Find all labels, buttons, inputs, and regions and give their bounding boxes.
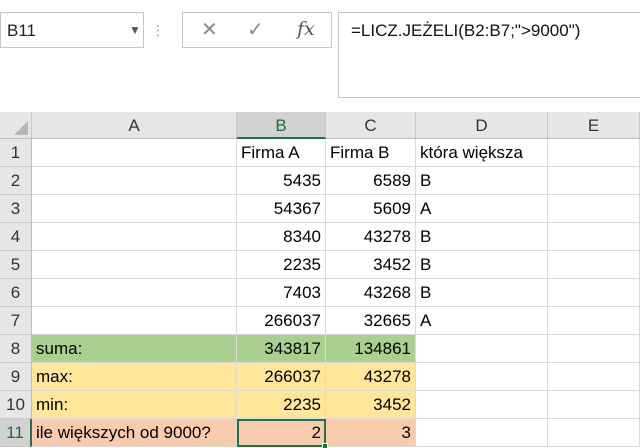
cell-c10[interactable]: 3452 [326, 391, 416, 419]
cell-b7[interactable]: 266037 [237, 307, 326, 335]
name-box-value: B11 [7, 21, 36, 40]
cell-d1[interactable]: która większa [416, 139, 548, 167]
column-header-d[interactable]: D [416, 112, 548, 139]
cell-c8[interactable]: 134861 [326, 335, 416, 363]
cell-a9[interactable]: max: [32, 363, 237, 391]
cell-d3[interactable]: A [416, 195, 548, 223]
cell-b2[interactable]: 5435 [237, 167, 326, 195]
cell-a10[interactable]: min: [32, 391, 237, 419]
cell-a7[interactable] [32, 307, 237, 335]
select-all-icon [14, 121, 28, 135]
cell-d8[interactable] [416, 335, 548, 363]
cell-a3[interactable] [32, 195, 237, 223]
cell-a6[interactable] [32, 279, 237, 307]
cell-a4[interactable] [32, 223, 237, 251]
cell-b4[interactable]: 8340 [237, 223, 326, 251]
column-header-e[interactable]: E [548, 112, 640, 139]
column-header-b[interactable]: B [237, 112, 326, 139]
formula-text: =LICZ.JEŻELI(B2:B7;">9000") [351, 21, 581, 40]
formula-bar-area: B11 ▼ ⋮ ✕ ✓ fx =LICZ.JEŻELI(B2:B7;">9000… [0, 0, 640, 112]
cell-e6[interactable] [548, 279, 640, 307]
cell-a2[interactable] [32, 167, 237, 195]
cell-e2[interactable] [548, 167, 640, 195]
cell-d9[interactable] [416, 363, 548, 391]
formula-input[interactable]: =LICZ.JEŻELI(B2:B7;">9000") [338, 12, 640, 98]
column-header-a[interactable]: A [32, 112, 237, 139]
cell-b1[interactable]: Firma A [237, 139, 326, 167]
insert-function-button[interactable]: fx [297, 18, 315, 40]
cell-c1[interactable]: Firma B [326, 139, 416, 167]
row-header-6[interactable]: 6 [0, 279, 32, 307]
fill-handle[interactable] [322, 443, 328, 448]
cell-c4[interactable]: 43278 [326, 223, 416, 251]
cell-b6[interactable]: 7403 [237, 279, 326, 307]
cell-e7[interactable] [548, 307, 640, 335]
row-header-8[interactable]: 8 [0, 335, 32, 363]
cell-e4[interactable] [548, 223, 640, 251]
cell-b11[interactable]: 2 [237, 419, 326, 447]
row-header-11[interactable]: 11 [0, 419, 32, 447]
row-header-4[interactable]: 4 [0, 223, 32, 251]
cell-e11[interactable] [548, 419, 640, 447]
select-all-button[interactable] [0, 112, 32, 139]
resize-handle-icon[interactable]: ⋮ [151, 22, 165, 39]
cell-a5[interactable] [32, 251, 237, 279]
cell-e8[interactable] [548, 335, 640, 363]
row-header-3[interactable]: 3 [0, 195, 32, 223]
cell-e3[interactable] [548, 195, 640, 223]
row-header-2[interactable]: 2 [0, 167, 32, 195]
name-box[interactable]: B11 ▼ [0, 12, 144, 48]
cell-d11[interactable] [416, 419, 548, 447]
spreadsheet-grid: A B C D E 1 Firma A Firma Bktóra większa 2 5435 65… [0, 112, 640, 448]
cell-c5[interactable]: 3452 [326, 251, 416, 279]
chevron-down-icon[interactable]: ▼ [129, 23, 141, 37]
cell-d6[interactable]: B [416, 279, 548, 307]
row-header-5[interactable]: 5 [0, 251, 32, 279]
close-icon[interactable]: ✕ [201, 17, 218, 42]
cell-b10[interactable]: 2235 [237, 391, 326, 419]
cell-a8[interactable]: suma: [32, 335, 237, 363]
row-header-10[interactable]: 10 [0, 391, 32, 419]
cell-c11[interactable]: 3 [326, 419, 416, 447]
cell-b5[interactable]: 2235 [237, 251, 326, 279]
cell-e1[interactable] [548, 139, 640, 167]
cell-d4[interactable]: B [416, 223, 548, 251]
row-header-9[interactable]: 9 [0, 363, 32, 391]
cell-c6[interactable]: 43268 [326, 279, 416, 307]
row-header-7[interactable]: 7 [0, 307, 32, 335]
cell-c2[interactable]: 6589 [326, 167, 416, 195]
column-header-c[interactable]: C [326, 112, 416, 139]
cell-c3[interactable]: 5609 [326, 195, 416, 223]
cell-d10[interactable] [416, 391, 548, 419]
cell-d7[interactable]: A [416, 307, 548, 335]
cell-b8[interactable]: 343817 [237, 335, 326, 363]
cell-b9[interactable]: 266037 [237, 363, 326, 391]
row-header-1[interactable]: 1 [0, 139, 32, 167]
cell-c7[interactable]: 32665 [326, 307, 416, 335]
cell-e5[interactable] [548, 251, 640, 279]
cell-c9[interactable]: 43278 [326, 363, 416, 391]
cell-d5[interactable]: B [416, 251, 548, 279]
cell-d2[interactable]: B [416, 167, 548, 195]
formula-buttons: ✕ ✓ fx [182, 12, 332, 48]
check-icon[interactable]: ✓ [247, 17, 264, 42]
cell-a1[interactable] [32, 139, 237, 167]
cell-a11[interactable]: ile większych od 9000? [32, 419, 237, 447]
cell-e9[interactable] [548, 363, 640, 391]
cell-e10[interactable] [548, 391, 640, 419]
cell-b3[interactable]: 54367 [237, 195, 326, 223]
